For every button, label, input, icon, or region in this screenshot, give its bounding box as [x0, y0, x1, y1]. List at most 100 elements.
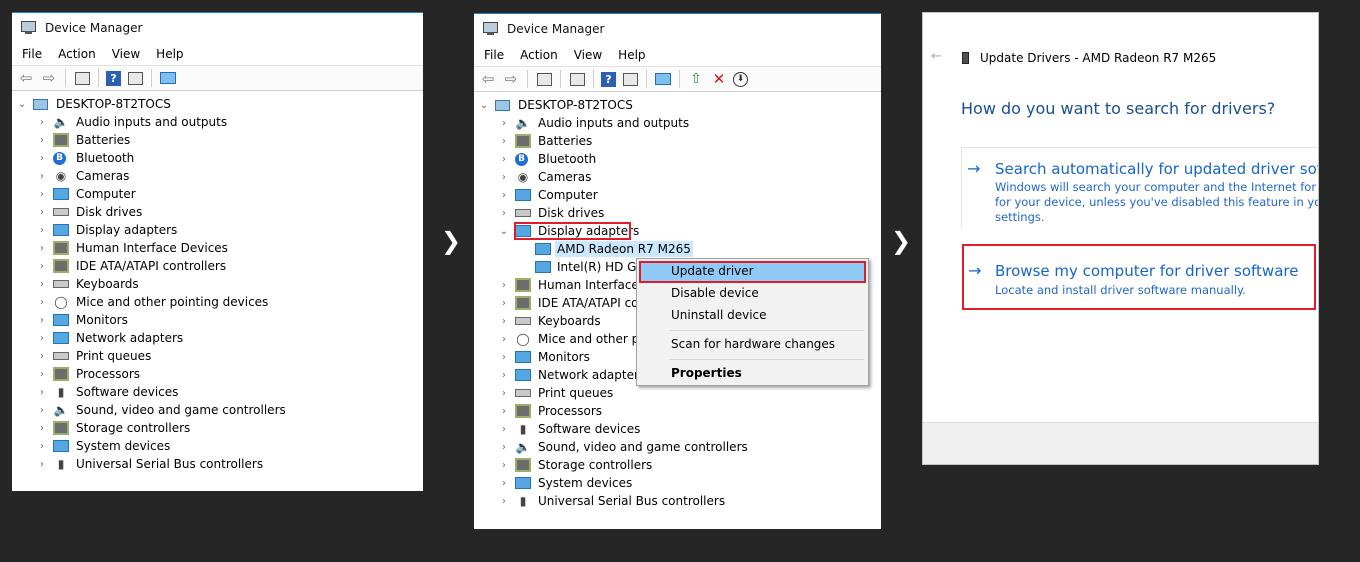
expand-chevron-icon[interactable]: ›	[36, 315, 48, 326]
expand-chevron-icon[interactable]: ›	[36, 135, 48, 146]
menu-item-disable-device[interactable]: Disable device	[671, 286, 759, 300]
expand-chevron-icon[interactable]: ›	[36, 459, 48, 470]
expand-chevron-icon[interactable]: ›	[498, 424, 510, 435]
tree-item-amd-radeon[interactable]: AMD Radeon R7 M265	[474, 240, 881, 258]
menu-action[interactable]: Action	[50, 47, 104, 61]
menu-item-scan-hardware[interactable]: Scan for hardware changes	[671, 337, 835, 351]
expand-chevron-icon[interactable]: ›	[498, 298, 510, 309]
expand-chevron-icon[interactable]: ›	[498, 406, 510, 417]
expand-chevron-icon[interactable]: ›	[36, 387, 48, 398]
tree-item-system-devices[interactable]: › System devices	[474, 474, 881, 492]
action-view-icon[interactable]	[621, 70, 639, 88]
expand-chevron-icon[interactable]: ›	[36, 189, 48, 200]
expand-chevron-icon[interactable]: ›	[498, 280, 510, 291]
expand-chevron-icon[interactable]: ›	[498, 442, 510, 453]
expand-chevron-icon[interactable]: ›	[36, 297, 48, 308]
tree-item-computer[interactable]: › Computer	[474, 186, 881, 204]
expand-chevron-icon[interactable]: ›	[498, 154, 510, 165]
tree-item-computer[interactable]: › Computer	[12, 185, 423, 203]
update-driver-icon[interactable]: ⇧	[687, 70, 705, 88]
tree-root[interactable]: ⌄ DESKTOP-8T2TOCS	[474, 96, 881, 114]
tree-item-storage[interactable]: › Storage controllers	[12, 419, 423, 437]
tree-item-display-adapters[interactable]: › Display adapters	[12, 221, 423, 239]
menu-view[interactable]: View	[104, 47, 148, 61]
properties-view-icon[interactable]	[535, 70, 553, 88]
document-icon[interactable]	[568, 70, 586, 88]
help-icon[interactable]: ?	[106, 70, 121, 86]
tree-item-audio[interactable]: › 🔈 Audio inputs and outputs	[474, 114, 881, 132]
menu-help[interactable]: Help	[610, 48, 653, 62]
expand-chevron-icon[interactable]: ›	[36, 153, 48, 164]
tree-item-print-queues[interactable]: › Print queues	[474, 384, 881, 402]
tree-item-cameras[interactable]: › ◉ Cameras	[474, 168, 881, 186]
search-automatically-option[interactable]: → Search automatically for updated drive…	[961, 147, 1318, 229]
menu-view[interactable]: View	[566, 48, 610, 62]
expand-chevron-icon[interactable]: ›	[498, 496, 510, 507]
expand-chevron-icon[interactable]: ›	[36, 243, 48, 254]
properties-view-icon[interactable]	[73, 69, 91, 87]
menu-file[interactable]: File	[476, 48, 512, 62]
expand-chevron-icon[interactable]: ›	[36, 333, 48, 344]
collapse-chevron-icon[interactable]: ⌄	[16, 99, 28, 110]
tree-item-bluetooth[interactable]: › B Bluetooth	[12, 149, 423, 167]
tree-item-keyboards[interactable]: › Keyboards	[12, 275, 423, 293]
collapse-chevron-icon[interactable]: ⌄	[498, 226, 510, 237]
expand-chevron-icon[interactable]: ›	[36, 351, 48, 362]
scan-hardware-icon[interactable]	[159, 69, 177, 87]
expand-chevron-icon[interactable]: ›	[498, 190, 510, 201]
collapse-chevron-icon[interactable]: ⌄	[478, 100, 490, 111]
expand-chevron-icon[interactable]: ›	[36, 225, 48, 236]
tree-item-sound[interactable]: › 🔈 Sound, video and game controllers	[12, 401, 423, 419]
tree-root[interactable]: ⌄ DESKTOP-8T2TOCS	[12, 95, 423, 113]
expand-chevron-icon[interactable]: ›	[36, 441, 48, 452]
tree-item-sound[interactable]: › 🔈 Sound, video and game controllers	[474, 438, 881, 456]
expand-chevron-icon[interactable]: ›	[36, 261, 48, 272]
tree-item-disk-drives[interactable]: › Disk drives	[12, 203, 423, 221]
expand-chevron-icon[interactable]: ›	[498, 316, 510, 327]
expand-chevron-icon[interactable]: ›	[498, 370, 510, 381]
tree-item-mice[interactable]: › ◯ Mice and other pointing devices	[12, 293, 423, 311]
tree-item-audio[interactable]: › 🔈 Audio inputs and outputs	[12, 113, 423, 131]
expand-chevron-icon[interactable]: ›	[498, 460, 510, 471]
action-view-icon[interactable]	[126, 69, 144, 87]
tree-item-disk-drives[interactable]: › Disk drives	[474, 204, 881, 222]
help-icon[interactable]: ?	[601, 71, 616, 87]
tree-item-software-devices[interactable]: › ▮ Software devices	[474, 420, 881, 438]
expand-chevron-icon[interactable]: ›	[498, 172, 510, 183]
tree-item-monitors[interactable]: › Monitors	[12, 311, 423, 329]
menu-item-properties[interactable]: Properties	[671, 366, 742, 380]
tree-item-processors[interactable]: › Processors	[12, 365, 423, 383]
expand-chevron-icon[interactable]: ›	[498, 334, 510, 345]
tree-item-processors[interactable]: › Processors	[474, 402, 881, 420]
back-arrow-icon[interactable]: ⇦	[479, 70, 497, 88]
tree-item-batteries[interactable]: › Batteries	[12, 131, 423, 149]
tree-item-batteries[interactable]: › Batteries	[474, 132, 881, 150]
tree-item-cameras[interactable]: › ◉ Cameras	[12, 167, 423, 185]
expand-chevron-icon[interactable]: ›	[498, 388, 510, 399]
menu-help[interactable]: Help	[148, 47, 191, 61]
scan-hardware-icon[interactable]	[654, 70, 672, 88]
expand-chevron-icon[interactable]: ›	[36, 405, 48, 416]
menu-file[interactable]: File	[14, 47, 50, 61]
tree-item-hid[interactable]: › Human Interface Devices	[12, 239, 423, 257]
disable-device-icon[interactable]: ⬇	[733, 71, 748, 87]
expand-chevron-icon[interactable]: ›	[36, 369, 48, 380]
menu-item-uninstall-device[interactable]: Uninstall device	[671, 308, 767, 322]
expand-chevron-icon[interactable]: ›	[36, 279, 48, 290]
expand-chevron-icon[interactable]: ›	[498, 208, 510, 219]
tree-item-network[interactable]: › Network adapters	[12, 329, 423, 347]
expand-chevron-icon[interactable]: ›	[498, 352, 510, 363]
expand-chevron-icon[interactable]: ›	[498, 478, 510, 489]
expand-chevron-icon[interactable]: ›	[36, 423, 48, 434]
forward-arrow-icon[interactable]: ⇨	[502, 70, 520, 88]
expand-chevron-icon[interactable]: ›	[36, 117, 48, 128]
expand-chevron-icon[interactable]: ›	[36, 207, 48, 218]
browse-computer-option[interactable]: → Browse my computer for driver software…	[962, 244, 1316, 310]
tree-item-ide[interactable]: › IDE ATA/ATAPI controllers	[12, 257, 423, 275]
forward-arrow-icon[interactable]: ⇨	[40, 69, 58, 87]
back-arrow-icon[interactable]: ⇦	[17, 69, 35, 87]
tree-item-system-devices[interactable]: › System devices	[12, 437, 423, 455]
menu-item-update-driver[interactable]: Update driver	[671, 264, 754, 278]
expand-chevron-icon[interactable]: ›	[498, 136, 510, 147]
tree-item-display-adapters[interactable]: ⌄ Display adapters	[474, 222, 881, 240]
